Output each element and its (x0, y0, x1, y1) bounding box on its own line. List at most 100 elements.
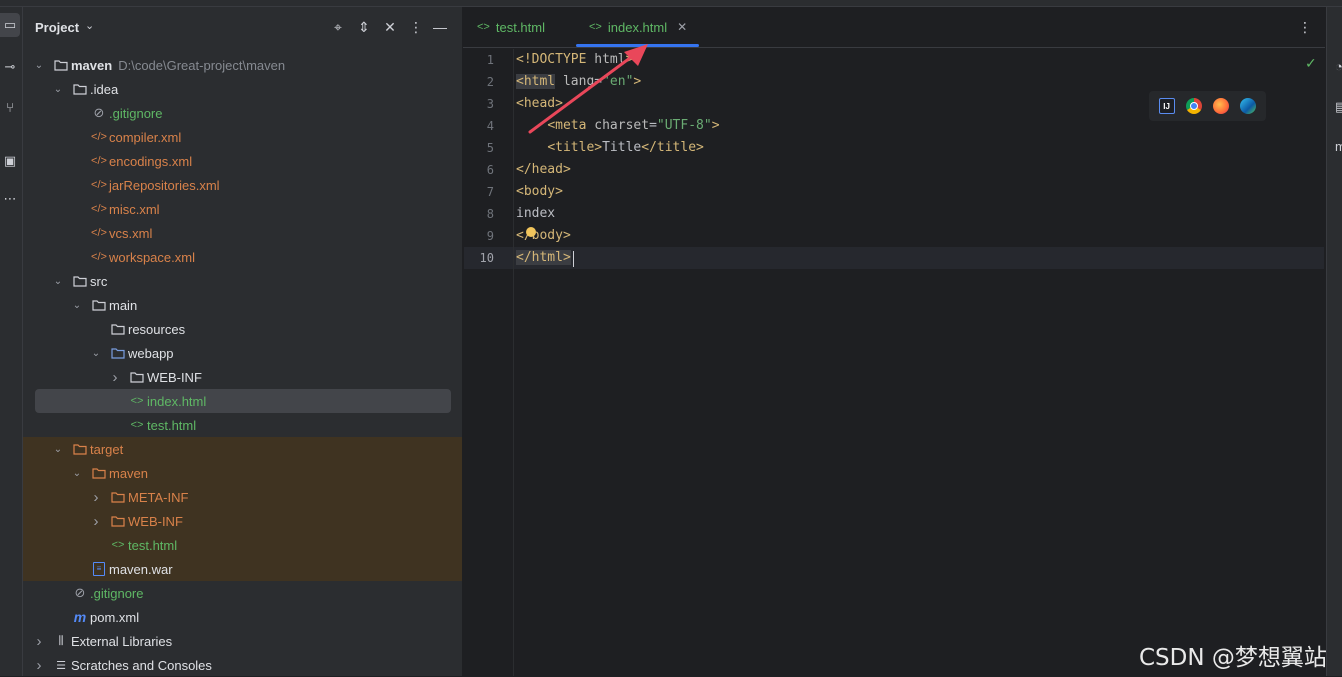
tree-item[interactable]: </> encodings.xml (23, 149, 462, 173)
tree-item[interactable]: › WEB-INF (23, 509, 462, 533)
chevron-down-icon[interactable]: ⌄ (90, 348, 102, 359)
excluded-folder-icon (110, 513, 126, 529)
options-menu-icon[interactable]: ⋮ (407, 18, 425, 36)
expand-all-icon[interactable]: ⇕ (355, 18, 373, 36)
tree-item[interactable]: </> jarRepositories.xml (23, 173, 462, 197)
tree-item-label: WEB-INF (128, 513, 183, 529)
edge-icon[interactable] (1240, 98, 1257, 114)
code-line[interactable]: index (516, 203, 555, 225)
line-number: 2 (486, 75, 494, 89)
xml-file-icon: </> (91, 227, 107, 239)
html-file-icon: <> (111, 539, 125, 551)
html-file-icon: <> (477, 21, 490, 33)
code-token: "UTF-8" (656, 118, 712, 133)
maven-tool-icon[interactable]: m (1335, 139, 1342, 154)
libraries-icon: ⫼ (58, 634, 64, 647)
excluded-folder-icon (110, 489, 126, 505)
chevron-down-icon[interactable]: ⌄ (71, 300, 83, 311)
code-token: Title (602, 140, 642, 155)
maven-pom-icon: m (73, 609, 87, 625)
database-icon[interactable]: ▤ (1335, 99, 1342, 115)
collapse-all-icon[interactable]: ✕ (381, 18, 399, 36)
tab-label: index.html (607, 19, 668, 35)
pull-requests-icon[interactable]: ⑂ (0, 95, 20, 119)
code-line[interactable]: </body> (516, 225, 571, 247)
structure-tool-icon[interactable]: ▣ (0, 149, 20, 173)
folder-icon (72, 273, 88, 289)
tree-item-label: jarRepositories.xml (109, 177, 220, 193)
chevron-down-icon[interactable]: ⌄ (52, 276, 64, 287)
code-line[interactable]: <body> (516, 181, 563, 203)
tree-item[interactable]: ⌄ maven D:\code\Great-project\maven (23, 53, 462, 77)
chevron-down-icon[interactable]: ⌄ (52, 444, 64, 455)
tree-item[interactable]: <> index.html (35, 389, 451, 413)
red-annotation-arrow (528, 44, 648, 134)
tree-item[interactable]: </> vcs.xml (23, 221, 462, 245)
xml-file-icon: </> (91, 155, 107, 167)
tree-item[interactable]: m pom.xml (23, 605, 462, 629)
project-panel-title[interactable]: Project (35, 20, 79, 35)
tree-item[interactable]: <> test.html (23, 533, 462, 557)
chrome-icon[interactable] (1185, 98, 1202, 114)
tree-item[interactable]: › ☰ Scratches and Consoles (23, 653, 462, 677)
code-line[interactable]: </html> (516, 247, 571, 269)
tree-item[interactable]: ⌄ maven (23, 461, 462, 485)
archive-icon: ≡ (91, 561, 107, 577)
tree-item[interactable]: › ⫼ External Libraries (23, 629, 462, 653)
tree-item[interactable]: ⌄ target (23, 437, 462, 461)
chevron-right-icon[interactable]: › (109, 369, 121, 386)
notifications-icon[interactable]: ◔ (1335, 59, 1342, 74)
tree-item[interactable]: </> misc.xml (23, 197, 462, 221)
tree-item[interactable]: ⌄ webapp (23, 341, 462, 365)
chevron-down-icon[interactable]: ⌄ (52, 84, 64, 95)
code-token: > (711, 118, 720, 133)
tree-item[interactable]: ⊘ .gitignore (23, 581, 462, 605)
line-number: 7 (486, 185, 494, 199)
commit-tool-icon[interactable]: ⊸ (0, 55, 20, 79)
tree-item[interactable]: ⌄ .idea (23, 77, 462, 101)
tree-item[interactable]: › WEB-INF (23, 365, 462, 389)
hide-panel-icon[interactable]: — (431, 18, 449, 36)
folder-icon (72, 81, 88, 97)
project-tool-icon[interactable]: ▭ (0, 13, 20, 37)
chevron-down-icon[interactable]: ⌄ (85, 19, 94, 32)
xml-file-icon: </> (91, 131, 107, 143)
chevron-right-icon[interactable]: › (90, 513, 102, 530)
line-number: 9 (486, 229, 494, 243)
gitignore-icon: ⊘ (74, 585, 86, 600)
chevron-down-icon[interactable]: ⌄ (33, 60, 45, 71)
chevron-down-icon[interactable]: ⌄ (71, 468, 83, 479)
more-tools-icon[interactable]: ⋯ (0, 187, 20, 211)
tree-item[interactable]: </> workspace.xml (23, 245, 462, 269)
current-line-highlight (464, 247, 1324, 269)
line-number: 3 (486, 97, 494, 111)
tree-item[interactable]: <> test.html (23, 413, 462, 437)
check-icon[interactable]: ✓ (1305, 55, 1317, 72)
tree-item[interactable]: ⌄ src (23, 269, 462, 293)
code-line[interactable]: </head> (516, 159, 571, 181)
gitignore-icon: ⊘ (93, 105, 105, 120)
code-line[interactable]: <title>Title</title> (516, 137, 704, 159)
window-top-strip (0, 0, 1342, 7)
tree-item[interactable]: ≡ maven.war (23, 557, 462, 581)
locate-file-icon[interactable]: ⌖ (329, 18, 347, 36)
html-file-icon: <> (130, 419, 144, 431)
chevron-right-icon[interactable]: › (90, 489, 102, 506)
tree-item[interactable]: ⊘ .gitignore (23, 101, 462, 125)
chevron-right-icon[interactable]: › (33, 657, 45, 674)
lightbulb-icon[interactable] (526, 227, 536, 237)
tree-item[interactable]: › META-INF (23, 485, 462, 509)
close-icon[interactable]: ✕ (677, 20, 687, 34)
tab-options-icon[interactable]: ⋮ (1298, 19, 1312, 36)
firefox-icon[interactable] (1213, 98, 1230, 114)
tree-item[interactable]: ⌄ main (23, 293, 462, 317)
project-panel-header: Project ⌄ ⌖ ⇕ ✕ ⋮ — (23, 7, 462, 47)
tree-item-label: .idea (90, 81, 119, 97)
tree-item[interactable]: </> compiler.xml (23, 125, 462, 149)
right-tool-strip: ◔ ▤ m (1326, 7, 1342, 676)
xml-file-icon: </> (91, 179, 107, 191)
chevron-right-icon[interactable]: › (33, 633, 45, 650)
tree-item[interactable]: resources (23, 317, 462, 341)
intellij-icon[interactable]: IJ (1158, 98, 1175, 114)
line-number: 5 (486, 141, 494, 155)
